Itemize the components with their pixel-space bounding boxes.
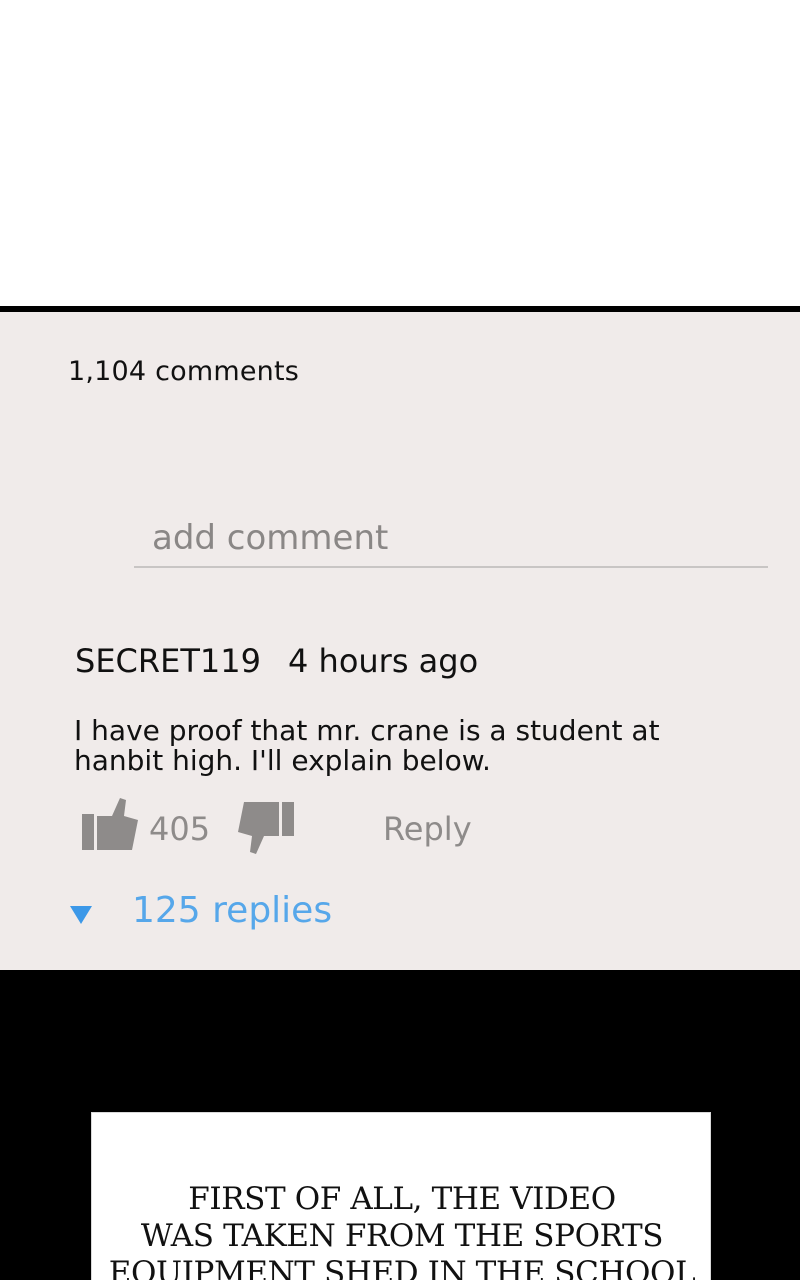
thumbs-up-icon[interactable] — [82, 798, 138, 852]
comment-count: 1,104 comments — [68, 356, 300, 387]
reply-button[interactable]: Reply — [383, 810, 472, 848]
thumbs-down-icon[interactable] — [238, 800, 294, 854]
webtoon-page: 1,104 comments add comment SECRET119 4 h… — [0, 0, 800, 1280]
comment-timestamp: 4 hours ago — [288, 642, 479, 680]
like-count: 405 — [149, 810, 211, 848]
comments-panel — [0, 312, 800, 970]
blank-panel — [0, 0, 800, 306]
caption-line: FIRST OF ALL, THE VIDEO — [188, 1181, 616, 1217]
replies-count: 125 replies — [132, 890, 333, 931]
triangle-down-icon — [70, 906, 92, 924]
caption-text: FIRST OF ALL, THE VIDEO WAS TAKEN FROM T… — [92, 1181, 712, 1280]
caption-line: WAS TAKEN FROM THE SPORTS — [140, 1218, 664, 1254]
comment-body: I have proof that mr. crane is a student… — [74, 714, 660, 777]
caption-line: EQUIPMENT SHED IN THE SCHOOL — [108, 1255, 696, 1280]
add-comment-input[interactable]: add comment — [134, 512, 768, 568]
caption-box: FIRST OF ALL, THE VIDEO WAS TAKEN FROM T… — [91, 1112, 711, 1280]
add-comment-placeholder: add comment — [152, 518, 389, 558]
comment-username[interactable]: SECRET119 — [75, 642, 261, 680]
